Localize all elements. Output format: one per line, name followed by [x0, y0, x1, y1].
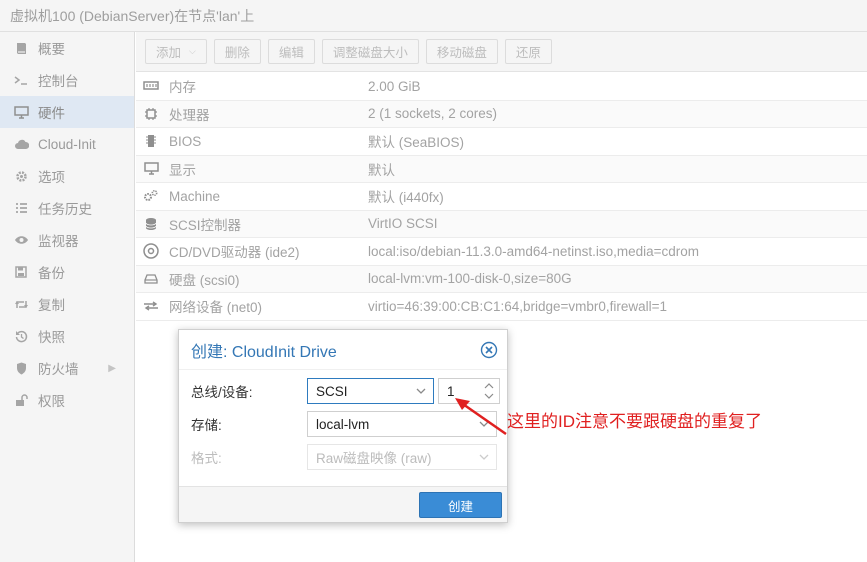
network-icon [136, 301, 166, 311]
database-icon [136, 217, 166, 231]
window-title: 虚拟机100 (DebianServer)在节点'lan'上 [0, 0, 867, 32]
sidebar-item-monitor[interactable]: 监视器 [0, 224, 134, 256]
floppy-icon [12, 265, 30, 279]
hardware-value: local:iso/debian-11.3.0-amd64-netinst.is… [368, 243, 700, 259]
hardware-name: Machine [169, 188, 221, 204]
sidebar-item-snapshots[interactable]: 快照 [0, 320, 134, 352]
table-row[interactable]: BIOS 默认 (SeaBIOS) [136, 128, 867, 156]
hardware-name: BIOS [169, 133, 202, 149]
hardware-value: 2.00 GiB [368, 78, 421, 94]
edit-button[interactable]: 编辑 [267, 39, 315, 64]
chevron-down-icon: ⌵ [189, 46, 196, 56]
sidebar-item-summary[interactable]: 概要 [0, 32, 134, 64]
sidebar-item-label: 复制 [38, 298, 65, 313]
table-row[interactable]: 硬盘 (scsi0) local-lvm:vm-100-disk-0,size=… [136, 265, 867, 293]
dialog-title: 创建: CloudInit Drive [191, 343, 337, 361]
annotation-text: 这里的ID注意不要跟硬盘的重复了 [507, 412, 762, 431]
dialog-footer: 创建 [179, 486, 507, 522]
hardware-value: 默认 (SeaBIOS) [368, 135, 465, 151]
sidebar-item-label: Cloud-Init [38, 136, 96, 152]
hardware-value: 2 (1 sockets, 2 cores) [368, 106, 498, 122]
sidebar-item-firewall[interactable]: 防火墙 ▶ [0, 352, 134, 384]
sidebar-item-label: 概要 [38, 42, 65, 57]
sidebar-item-label: 任务历史 [38, 202, 92, 217]
cloud-icon [12, 137, 30, 151]
sidebar-item-task-history[interactable]: 任务历史 [0, 192, 134, 224]
sidebar-item-label: 选项 [38, 170, 65, 185]
table-row[interactable]: 处理器 2 (1 sockets, 2 cores) [136, 100, 867, 128]
hardware-name: 显示 [169, 162, 196, 178]
storage-select-value: local-lvm [316, 416, 370, 432]
hardware-name: 网络设备 (net0) [169, 300, 263, 316]
create-button[interactable]: 创建 [419, 492, 502, 518]
terminal-icon [12, 73, 30, 87]
hardware-name: CD/DVD驱动器 (ide2) [169, 245, 300, 261]
bus-select-value: SCSI [316, 383, 348, 399]
resize-disk-button[interactable]: 调整磁盘大小 [321, 39, 419, 64]
format-label: 格式: [191, 451, 222, 466]
remove-button[interactable]: 删除 [213, 39, 261, 64]
close-icon[interactable] [480, 341, 498, 359]
gear-icon [12, 169, 30, 183]
sidebar-item-label: 监视器 [38, 234, 79, 249]
hardware-table: 内存 2.00 GiB 处理器 2 (1 sockets, 2 cores) B… [136, 73, 867, 321]
display-icon [136, 162, 166, 175]
sidebar-item-options[interactable]: 选项 [0, 160, 134, 192]
hdd-icon [136, 274, 166, 284]
eye-icon [12, 233, 30, 247]
revert-button[interactable]: 还原 [504, 39, 552, 64]
sidebar-item-label: 控制台 [38, 74, 79, 89]
table-row[interactable]: 显示 默认 [136, 155, 867, 183]
sidebar-item-permissions[interactable]: 权限 [0, 384, 134, 416]
book-icon [12, 41, 30, 55]
sidebar-item-console[interactable]: 控制台 [0, 64, 134, 96]
sidebar-item-label: 硬件 [38, 106, 65, 121]
format-select-value: Raw磁盘映像 (raw) [316, 451, 432, 466]
history-icon [12, 329, 30, 343]
memory-icon [136, 81, 166, 91]
hardware-value: 默认 (i440fx) [368, 190, 444, 206]
unlock-icon [12, 393, 30, 407]
cdrom-icon [136, 243, 166, 259]
table-row[interactable]: 内存 2.00 GiB [136, 73, 867, 101]
table-row[interactable]: CD/DVD驱动器 (ide2) local:iso/debian-11.3.0… [136, 238, 867, 266]
sidebar-item-label: 防火墙 [38, 362, 79, 377]
bios-icon [136, 134, 166, 148]
sidebar-item-label: 备份 [38, 266, 65, 281]
sidebar-item-hardware[interactable]: 硬件 [0, 96, 134, 128]
hardware-name: 硬盘 (scsi0) [169, 272, 240, 288]
bus-select[interactable]: SCSI [307, 378, 434, 404]
bus-device-label: 总线/设备: [191, 385, 253, 400]
hardware-value: 默认 [368, 162, 395, 178]
shield-icon [12, 361, 30, 375]
hardware-value: virtio=46:39:00:CB:C1:64,bridge=vmbr0,fi… [368, 298, 668, 314]
table-row[interactable]: SCSI控制器 VirtIO SCSI [136, 210, 867, 238]
sidebar: 概要 控制台 硬件 Cloud-Init 选项 任务历史 监视器 备份 复制 快… [0, 32, 135, 562]
dialog-header: 创建: CloudInit Drive [179, 330, 507, 370]
table-row[interactable]: Machine 默认 (i440fx) [136, 183, 867, 211]
add-button-label: 添加 [156, 46, 182, 60]
sidebar-item-replication[interactable]: 复制 [0, 288, 134, 320]
hardware-name: 处理器 [169, 107, 210, 123]
cogs-icon [136, 189, 166, 203]
sidebar-item-cloud-init[interactable]: Cloud-Init [0, 128, 134, 160]
chevron-down-icon[interactable] [409, 379, 433, 403]
list-icon [12, 201, 30, 215]
hardware-toolbar: 添加 ⌵ 删除 编辑 调整磁盘大小 移动磁盘 还原 [136, 32, 867, 72]
move-disk-button[interactable]: 移动磁盘 [425, 39, 498, 64]
storage-label: 存储: [191, 418, 222, 433]
add-button[interactable]: 添加 ⌵ [145, 39, 207, 64]
retweet-icon [12, 297, 30, 311]
table-row[interactable]: 网络设备 (net0) virtio=46:39:00:CB:C1:64,bri… [136, 293, 867, 321]
sidebar-item-label: 快照 [38, 330, 65, 345]
sidebar-item-label: 权限 [38, 394, 65, 409]
sidebar-item-backup[interactable]: 备份 [0, 256, 134, 288]
cpu-icon [136, 107, 166, 121]
hardware-value: local-lvm:vm-100-disk-0,size=80G [368, 271, 572, 287]
hardware-value: VirtIO SCSI [368, 216, 438, 232]
hardware-name: SCSI控制器 [169, 217, 242, 233]
hardware-name: 内存 [169, 80, 196, 96]
chevron-right-icon: ▶ [108, 362, 116, 374]
monitor-icon [12, 105, 30, 119]
